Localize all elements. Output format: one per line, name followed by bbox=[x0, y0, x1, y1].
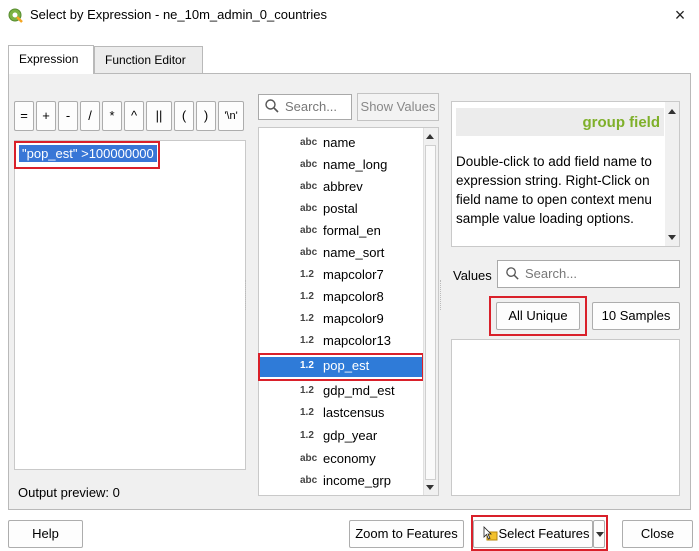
show-values-button[interactable]: Show Values bbox=[357, 93, 439, 121]
splitter-handle[interactable] bbox=[245, 280, 249, 310]
field-name: mapcolor7 bbox=[323, 267, 384, 282]
scroll-up-arrow-icon[interactable] bbox=[668, 109, 676, 114]
field-name: income_grp bbox=[323, 473, 391, 488]
operator-open-paren-button[interactable]: ( bbox=[174, 101, 194, 131]
select-features-dropdown[interactable] bbox=[593, 520, 605, 548]
search-icon bbox=[265, 99, 279, 113]
scroll-down-arrow-icon[interactable] bbox=[426, 485, 434, 490]
scroll-down-arrow-icon[interactable] bbox=[668, 235, 676, 240]
operator-minus-button[interactable]: - bbox=[58, 101, 78, 131]
operator-divide-button[interactable]: / bbox=[80, 101, 100, 131]
field-type-label: abc bbox=[300, 203, 318, 214]
operator-newline-button[interactable]: '\n' bbox=[218, 101, 244, 131]
window-title: Select by Expression - ne_10m_admin_0_co… bbox=[30, 7, 328, 22]
search-icon bbox=[506, 267, 519, 280]
all-unique-button[interactable]: All Unique bbox=[496, 302, 580, 330]
help-scrollbar[interactable] bbox=[665, 102, 679, 246]
field-name: name bbox=[323, 135, 356, 150]
operator-equals-button[interactable]: = bbox=[14, 101, 34, 131]
help-title: group field bbox=[582, 114, 661, 131]
operator-plus-button[interactable]: + bbox=[36, 101, 56, 131]
help-button[interactable]: Help bbox=[8, 520, 83, 548]
field-name: gdp_year bbox=[323, 428, 378, 443]
field-item[interactable]: abc economy bbox=[259, 450, 423, 470]
field-type-label: abc bbox=[300, 453, 318, 464]
expression-editor[interactable] bbox=[14, 140, 246, 470]
field-item[interactable]: 1.2 mapcolor7 bbox=[259, 266, 423, 286]
field-item[interactable]: abc income_grp bbox=[259, 472, 423, 492]
output-preview: Output preview: 0 bbox=[18, 485, 120, 500]
field-item[interactable]: abc abbrev bbox=[259, 178, 423, 198]
field-name: postal bbox=[323, 201, 358, 216]
help-body: Double-click to add field name to expres… bbox=[456, 154, 652, 226]
values-search-placeholder: Search... bbox=[525, 266, 578, 281]
select-features-icon bbox=[483, 526, 498, 541]
search-placeholder: Search... bbox=[285, 99, 338, 114]
field-item[interactable]: 1.2 mapcolor8 bbox=[259, 288, 423, 308]
field-item[interactable]: 1.2 gdp_md_est bbox=[259, 382, 423, 402]
close-button[interactable]: Close bbox=[622, 520, 693, 548]
expression-highlight-box bbox=[14, 141, 160, 169]
field-name: gdp_md_est bbox=[323, 383, 395, 398]
field-type-label: 1.2 bbox=[300, 269, 314, 280]
values-list[interactable] bbox=[451, 339, 680, 496]
select-features-button[interactable]: Select Features bbox=[473, 520, 593, 548]
field-type-label: abc bbox=[300, 247, 318, 258]
qgis-logo-icon bbox=[8, 8, 23, 23]
select-features-label: Select Features bbox=[498, 526, 590, 541]
chevron-down-icon bbox=[596, 532, 604, 537]
field-type-label: abc bbox=[300, 181, 318, 192]
field-name: abbrev bbox=[323, 179, 363, 194]
field-type-label: 1.2 bbox=[300, 313, 314, 324]
operator-concat-button[interactable]: || bbox=[146, 101, 172, 131]
field-name: name_long bbox=[323, 157, 388, 172]
field-type-label: 1.2 bbox=[300, 291, 314, 302]
field-type-label: 1.2 bbox=[300, 335, 314, 346]
field-name: mapcolor13 bbox=[323, 333, 391, 348]
tab-expression[interactable]: Expression bbox=[8, 45, 94, 74]
field-type-label: 1.2 bbox=[300, 407, 314, 418]
field-type-label: abc bbox=[300, 225, 318, 236]
zoom-to-features-button[interactable]: Zoom to Features bbox=[349, 520, 464, 548]
field-item[interactable]: abc name_sort bbox=[259, 244, 423, 264]
field-type-label: abc bbox=[300, 475, 318, 486]
operator-power-button[interactable]: ^ bbox=[124, 101, 144, 131]
operator-close-paren-button[interactable]: ) bbox=[196, 101, 216, 131]
field-highlight-box bbox=[258, 353, 424, 381]
field-item[interactable]: abc formal_en bbox=[259, 222, 423, 242]
tab-function-editor[interactable]: Function Editor bbox=[94, 46, 203, 74]
field-item[interactable]: 1.2 gdp_year bbox=[259, 427, 423, 447]
field-name: lastcensus bbox=[323, 405, 385, 420]
field-type-label: abc bbox=[300, 159, 318, 170]
field-item[interactable]: abc name_long bbox=[259, 156, 423, 176]
field-name: mapcolor9 bbox=[323, 311, 384, 326]
splitter-handle[interactable] bbox=[440, 280, 444, 310]
values-label: Values bbox=[453, 268, 492, 283]
field-item[interactable]: 1.2 mapcolor9 bbox=[259, 310, 423, 330]
field-list-scroll-thumb[interactable] bbox=[425, 145, 436, 480]
field-name: economy bbox=[323, 451, 376, 466]
field-item[interactable]: abc postal bbox=[259, 200, 423, 220]
operator-multiply-button[interactable]: * bbox=[102, 101, 122, 131]
scroll-up-arrow-icon[interactable] bbox=[426, 134, 434, 139]
field-name: formal_en bbox=[323, 223, 381, 238]
field-name: mapcolor8 bbox=[323, 289, 384, 304]
field-type-label: abc bbox=[300, 137, 318, 148]
field-type-label: 1.2 bbox=[300, 385, 314, 396]
field-item[interactable]: abc name bbox=[259, 134, 423, 154]
ten-samples-button[interactable]: 10 Samples bbox=[592, 302, 680, 330]
field-item[interactable]: 1.2 mapcolor13 bbox=[259, 332, 423, 352]
field-name: name_sort bbox=[323, 245, 385, 260]
window-close-button[interactable]: × bbox=[669, 4, 691, 26]
field-type-label: 1.2 bbox=[300, 430, 314, 441]
field-item[interactable]: 1.2 lastcensus bbox=[259, 404, 423, 424]
